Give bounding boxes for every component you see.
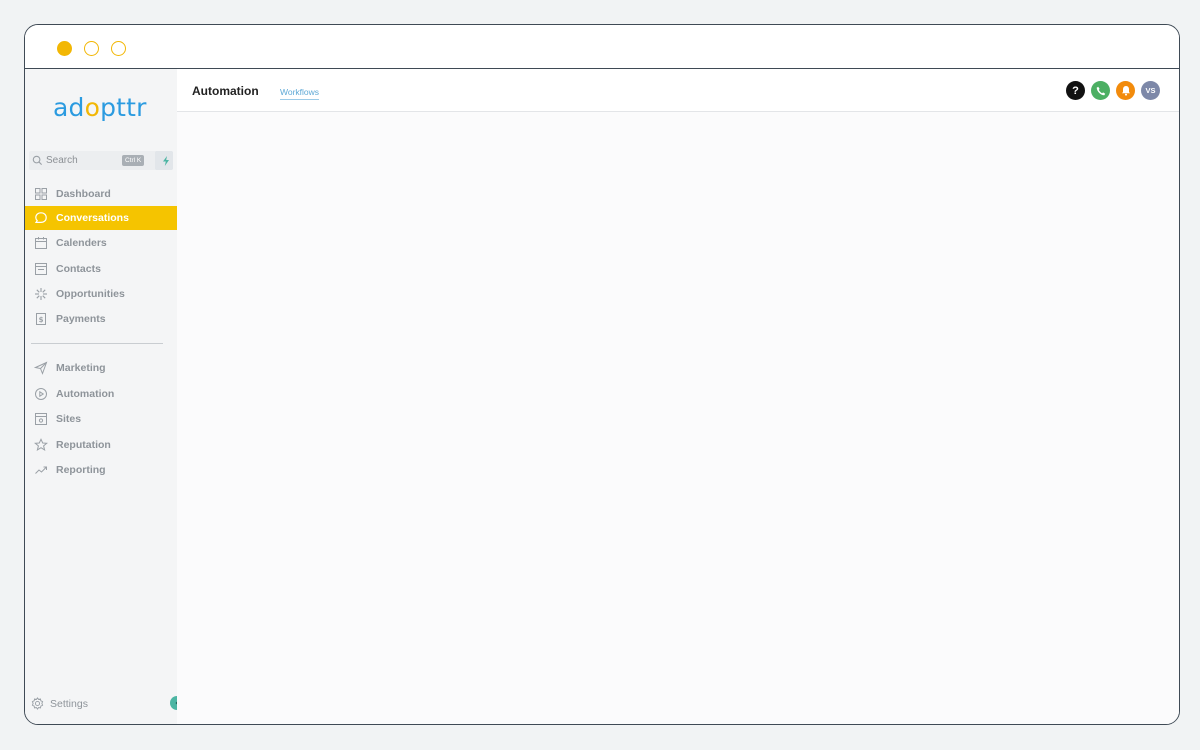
title-bar xyxy=(25,25,1179,69)
logo-text-accent: o xyxy=(84,93,101,122)
sidebar-item-calenders[interactable]: Calenders xyxy=(25,231,177,256)
gear-icon xyxy=(31,697,44,710)
sidebar-item-contacts[interactable]: Contacts xyxy=(25,256,177,281)
bell-icon xyxy=(1121,86,1130,96)
sidebar-item-label: Dashboard xyxy=(56,187,111,200)
logo-text-prefix: ad xyxy=(53,93,85,122)
sidebar-item-label: Payments xyxy=(56,313,106,326)
window-control-dot[interactable] xyxy=(111,41,126,56)
svg-text:$: $ xyxy=(39,316,44,324)
settings-label: Settings xyxy=(50,697,88,710)
phone-icon xyxy=(1096,86,1105,95)
sidebar-item-label: Opportunities xyxy=(56,288,125,301)
help-button[interactable]: ? xyxy=(1066,81,1085,100)
sparkle-icon xyxy=(35,288,47,301)
sidebar-item-label: Marketing xyxy=(56,362,106,375)
sidebar-item-label: Reporting xyxy=(56,464,106,477)
lightning-icon xyxy=(162,155,169,166)
sidebar-item-label: Reputation xyxy=(56,438,111,451)
logo-text-suffix: pttr xyxy=(100,93,147,122)
browser-icon xyxy=(35,413,47,426)
grid-icon xyxy=(35,187,47,200)
page-title: Automation xyxy=(192,84,259,98)
avatar[interactable]: VS xyxy=(1141,81,1160,100)
sidebar-item-reporting[interactable]: Reporting xyxy=(25,458,177,483)
settings-link[interactable]: Settings xyxy=(31,697,88,710)
sidebar-item-label: Sites xyxy=(56,413,82,426)
header-actions: ? VS xyxy=(1066,81,1160,100)
logo: adopttr xyxy=(53,93,147,122)
sidebar-item-dashboard[interactable]: Dashboard xyxy=(25,181,177,206)
sidebar-item-automation[interactable]: Automation xyxy=(25,381,177,406)
calendar-icon xyxy=(35,237,47,250)
app-window: adopttr Search Ctrl K Dashboard Conversa… xyxy=(24,24,1180,725)
search-box[interactable]: Search Ctrl K xyxy=(29,151,173,170)
search-icon xyxy=(32,155,43,166)
star-icon xyxy=(34,437,48,451)
quick-action-button[interactable] xyxy=(155,151,173,170)
sidebar-divider xyxy=(31,342,163,344)
trend-icon xyxy=(35,466,47,474)
sidebar-item-opportunities[interactable]: Opportunities xyxy=(25,282,177,307)
notifications-button[interactable] xyxy=(1116,81,1135,100)
avatar-initials: VS xyxy=(1145,86,1156,95)
help-icon: ? xyxy=(1072,84,1079,97)
sidebar-item-payments[interactable]: $ Payments xyxy=(25,307,177,332)
send-icon xyxy=(34,362,48,376)
sidebar-item-label: Automation xyxy=(56,387,115,400)
sidebar-item-conversations[interactable]: Conversations xyxy=(25,206,177,231)
sidebar-item-sites[interactable]: Sites xyxy=(25,407,177,432)
window-control-dot[interactable] xyxy=(84,41,99,56)
sidebar-nav: Dashboard Conversations Calenders Contac… xyxy=(25,181,177,483)
search-input[interactable]: Search xyxy=(46,155,78,166)
sidebar: adopttr Search Ctrl K Dashboard Conversa… xyxy=(25,69,184,724)
sidebar-item-label: Contacts xyxy=(56,262,101,275)
play-circle-icon xyxy=(35,387,47,400)
shortcut-badge: Ctrl K xyxy=(122,155,145,166)
sidebar-item-reputation[interactable]: Reputation xyxy=(25,432,177,457)
top-bar: Automation Workflows ? VS xyxy=(177,69,1179,112)
tab-workflows[interactable]: Workflows xyxy=(280,87,320,100)
sidebar-item-label: Conversations xyxy=(56,212,129,225)
phone-button[interactable] xyxy=(1091,81,1110,100)
window-control-dot[interactable] xyxy=(57,41,72,56)
contact-card-icon xyxy=(35,262,47,275)
receipt-icon: $ xyxy=(36,313,46,326)
sidebar-item-label: Calenders xyxy=(56,237,107,250)
sidebar-item-marketing[interactable]: Marketing xyxy=(25,356,177,381)
chat-icon xyxy=(34,212,47,224)
main-content: Automation Workflows ? VS xyxy=(177,69,1179,724)
